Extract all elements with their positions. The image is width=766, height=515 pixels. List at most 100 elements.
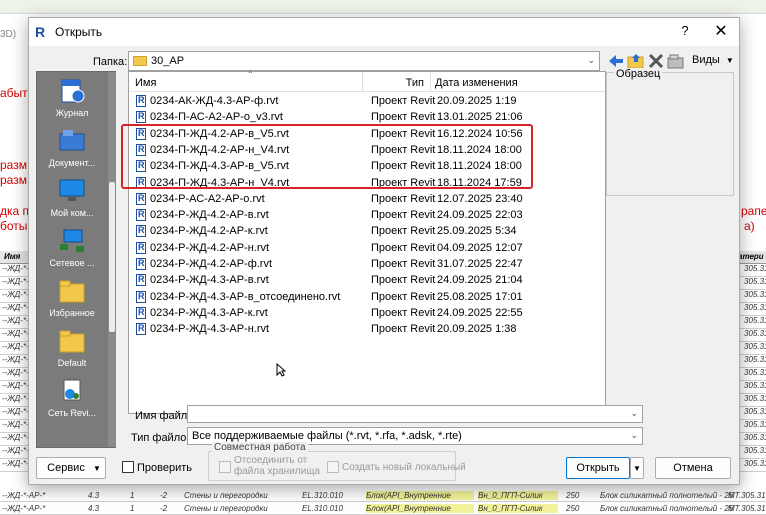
- place-item[interactable]: Сетевое ...: [37, 226, 107, 276]
- column-header-type[interactable]: Тип: [363, 72, 431, 92]
- column-header-name[interactable]: Имя ⌃: [129, 70, 363, 92]
- preview-image: [612, 86, 728, 192]
- open-dropdown-button[interactable]: ▼: [630, 457, 644, 479]
- verify-checkbox[interactable]: [122, 461, 134, 473]
- revit-file-icon: [136, 306, 146, 319]
- place-item[interactable]: Журнал: [37, 76, 107, 126]
- file-name: 0234-П-ЖД-4.3-АР-в_V5.rvt: [150, 160, 289, 173]
- views-button[interactable]: Виды ▼: [692, 54, 734, 66]
- file-name: 0234-Р-ЖД-4.3-АР-в.rvt: [150, 274, 269, 287]
- file-type: Проект Revit: [371, 127, 436, 140]
- revit-file-icon: [136, 225, 146, 238]
- file-date: 13.01.2025 21:06: [437, 111, 523, 124]
- bg-fragment: разм: [0, 173, 27, 187]
- file-date: 31.07.2025 22:47: [437, 258, 523, 270]
- file-row[interactable]: 0234-Р-ЖД-4.3-АР-в.rvt Проект Revit24.09.…: [129, 272, 605, 288]
- file-date: 18.11.2024 18:00: [437, 160, 522, 173]
- file-list[interactable]: Имя ⌃ Тип Дата изменения 0234-АК-ЖД-4.3-…: [128, 70, 606, 414]
- revit-file-icon: [136, 290, 146, 303]
- place-label: Документ...: [48, 158, 96, 168]
- bg-table-row: --ЖД-*-АР-* 4.3 1 -2 Стены и перегородки…: [0, 504, 766, 515]
- new-folder-button[interactable]: [667, 52, 685, 70]
- file-name: 0234-Р-ЖД-4.3-АР-к.rvt: [150, 306, 268, 319]
- revit-file-icon: [136, 127, 146, 140]
- file-date: 18.11.2024 18:00: [437, 143, 522, 156]
- dropdown-arrow-icon: ▼: [93, 464, 101, 473]
- file-date: 24.09.2025 21:04: [437, 274, 523, 287]
- file-type: Проект Revit: [371, 95, 436, 107]
- file-date: 24.09.2025 22:03: [437, 209, 523, 222]
- file-type: Проект Revit: [371, 258, 436, 270]
- detach-checkbox[interactable]: [219, 461, 231, 473]
- close-button[interactable]: ✕: [709, 21, 733, 41]
- file-name: 0234-П-ЖД-4.2-АР-н_V4.rvt: [150, 143, 290, 156]
- bg-fragment: а): [744, 219, 755, 233]
- file-row[interactable]: 0234-П-ЖД-4.3-АР-в_V5.rvt Проект Revit18.…: [129, 158, 605, 174]
- background-toolbar: [0, 0, 766, 14]
- scroll-thumb[interactable]: [109, 182, 115, 332]
- file-date: 04.09.2025 12:07: [437, 241, 523, 254]
- chevron-down-icon[interactable]: ⌄: [630, 408, 638, 419]
- file-row[interactable]: 0234-П-АС-А2-АР-о_v3.rvt Проект Revit13.0…: [129, 109, 605, 125]
- file-row[interactable]: 0234-П-ЖД-4.2-АР-н_V4.rvt Проект Revit18.…: [129, 142, 605, 158]
- place-label: Сеть Revi...: [47, 408, 97, 418]
- place-label: Мой ком...: [50, 208, 94, 218]
- place-item[interactable]: Избранное: [37, 276, 107, 326]
- revit-file-icon: [136, 160, 146, 173]
- folder-icon: [58, 328, 86, 354]
- revit-file-icon: [136, 258, 146, 270]
- column-header-date[interactable]: Дата изменения: [431, 72, 605, 92]
- file-type: Проект Revit: [371, 241, 436, 254]
- file-type: Проект Revit: [371, 274, 436, 287]
- file-type: Проект Revit: [371, 225, 436, 238]
- places-bar: Журнал Документ... Мой ком... Сетевое ... Из…: [36, 71, 116, 448]
- place-item[interactable]: Документ...: [37, 126, 107, 176]
- file-row[interactable]: 0234-Р-ЖД-4.2-АР-ф.rvt Проект Revit31.07.…: [129, 256, 605, 272]
- folder-label: Папка:: [93, 56, 128, 68]
- revit-file-icon: [136, 176, 146, 189]
- help-button[interactable]: ?: [675, 23, 695, 38]
- chevron-down-icon: ⌄: [587, 55, 595, 65]
- file-name: 0234-Р-ЖД-4.2-АР-ф.rvt: [150, 258, 273, 270]
- file-type: Проект Revit: [371, 111, 436, 124]
- folder-select[interactable]: 30_АР ⌄: [128, 51, 600, 71]
- file-type: Проект Revit: [371, 306, 436, 319]
- file-date: 25.08.2025 17:01: [437, 290, 523, 303]
- filename-input[interactable]: ⌄: [187, 405, 643, 423]
- file-row[interactable]: 0234-Р-ЖД-4.2-АР-в.rvt Проект Revit24.09.…: [129, 207, 605, 223]
- file-name: 0234-Р-ЖД-4.2-АР-к.rvt: [150, 225, 268, 238]
- cancel-button[interactable]: Отмена: [655, 457, 731, 479]
- file-row[interactable]: 0234-Р-ЖД-4.2-АР-к.rvt Проект Revit25.09.…: [129, 223, 605, 239]
- revit-file-icon: [136, 274, 146, 287]
- place-label: Сетевое ...: [49, 258, 95, 268]
- verify-label: Проверить: [137, 462, 193, 474]
- dialog-title: Открыть: [55, 25, 103, 39]
- file-row[interactable]: 0234-П-ЖД-4.2-АР-в_V5.rvt Проект Revit16.…: [129, 126, 605, 142]
- file-name: 0234-П-ЖД-4.2-АР-в_V5.rvt: [150, 127, 289, 140]
- bg-fragment: 3D): [0, 29, 17, 40]
- file-row[interactable]: 0234-АК-ЖД-4.3-АР-ф.rvt Проект Revit20.09…: [129, 93, 605, 109]
- bg-fragment: рапет: [741, 204, 766, 218]
- file-row[interactable]: 0234-Р-ЖД-4.2-АР-н.rvt Проект Revit04.09.…: [129, 240, 605, 256]
- dropdown-arrow-icon: ▼: [633, 464, 641, 473]
- file-row[interactable]: 0234-Р-ЖД-4.3-АР-к.rvt Проект Revit24.09.…: [129, 305, 605, 321]
- bg-fragment: разм: [0, 158, 27, 172]
- create-local-checkbox[interactable]: [327, 461, 339, 473]
- place-item[interactable]: Сеть Revi...: [37, 376, 107, 426]
- places-scrollbar[interactable]: [108, 72, 116, 447]
- file-row[interactable]: 0234-Р-ЖД-4.3-АР-н.rvt Проект Revit20.09.…: [129, 321, 605, 337]
- file-type: Проект Revit: [371, 143, 436, 156]
- detach-label: Отсоединить от: [234, 455, 308, 466]
- file-type: Проект Revit: [371, 192, 436, 205]
- revit-icon: R: [35, 24, 46, 40]
- place-item[interactable]: Мой ком...: [37, 176, 107, 226]
- file-row[interactable]: 0234-П-ЖД-4.3-АР-н_V4.rvt Проект Revit18.…: [129, 175, 605, 191]
- file-row[interactable]: 0234-Р-ЖД-4.3-АР-в_отсоединено.rvt Проект…: [129, 289, 605, 305]
- place-item[interactable]: Default: [37, 326, 107, 376]
- service-button[interactable]: Сервис ▼: [36, 457, 106, 479]
- folder-icon: [58, 278, 86, 304]
- bg-fragment: абыт: [0, 86, 28, 100]
- open-button[interactable]: Открыть: [566, 457, 630, 479]
- file-date: 24.09.2025 22:55: [437, 306, 523, 319]
- file-row[interactable]: 0234-Р-АС-А2-АР-о.rvt Проект Revit12.07.2…: [129, 191, 605, 207]
